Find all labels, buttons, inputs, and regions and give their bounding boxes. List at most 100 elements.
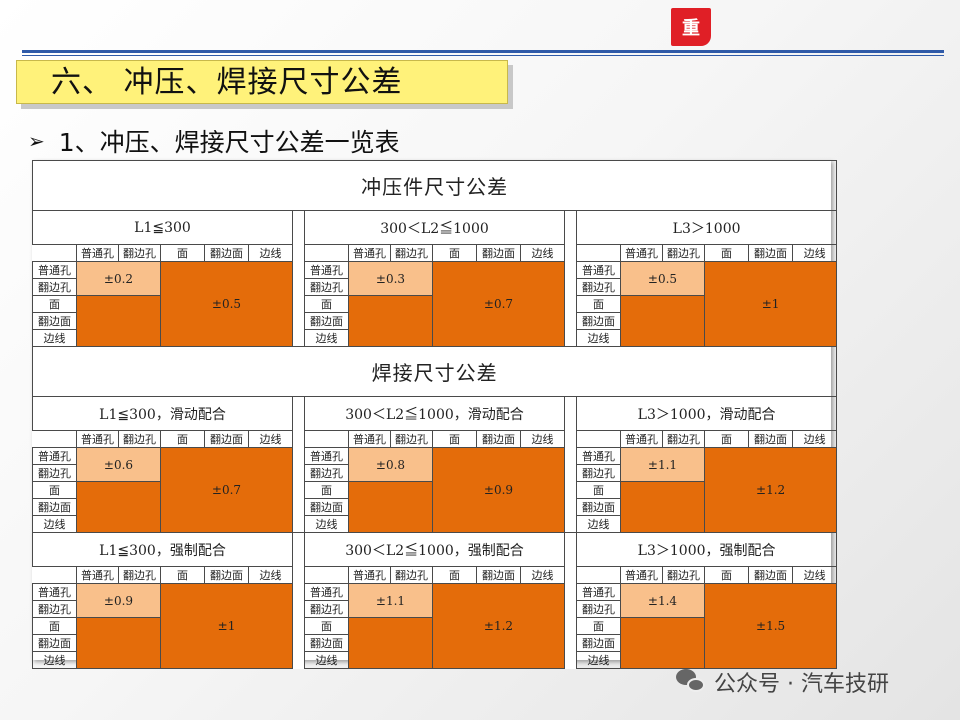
row-label: 翻边面 (32, 498, 77, 516)
column-label: 边线 (248, 244, 293, 262)
block-gap (292, 396, 305, 533)
surface-tolerance-cell: ±1.2 (703, 447, 838, 533)
column-label: 边线 (248, 430, 293, 448)
size-category: 300＜L2≦1000，强制配合 (304, 532, 565, 567)
block-gap (564, 532, 577, 669)
row-label: 翻边面 (32, 312, 77, 330)
column-label: 翻边孔 (662, 244, 705, 262)
row-label: 面 (576, 617, 621, 635)
row-label: 边线 (576, 329, 621, 347)
row-label: 面 (304, 617, 349, 635)
block-gap (292, 532, 305, 669)
surface-tolerance-fill (620, 295, 705, 347)
column-label: 翻边孔 (390, 244, 433, 262)
hole-tolerance-cell: ±0.9 (76, 583, 161, 618)
wechat-icon (676, 669, 706, 695)
column-label: 普通孔 (348, 566, 391, 584)
row-label: 面 (576, 481, 621, 499)
size-category: L3＞1000，强制配合 (575, 532, 838, 567)
row-label: 边线 (32, 515, 77, 533)
tolerance-table: 冲压件尺寸公差 L1≦300 300＜L2≦1000 L3＞1000 普通孔 翻边孔面翻边… (31, 160, 838, 669)
row-label: 普通孔 (576, 583, 621, 601)
hole-tolerance-cell: ±0.8 (348, 447, 433, 482)
row-label: 翻边孔 (32, 278, 77, 296)
row-label: 翻边孔 (304, 600, 349, 618)
category-row: L1≦300，强制配合 300＜L2≦1000，强制配合 L3＞1000，强制配合 (32, 532, 838, 669)
surface-tolerance-cell: ±0.9 (432, 447, 565, 533)
row-label: 普通孔 (304, 447, 349, 465)
tolerance-sheet: 冲压件尺寸公差 L1≦300 300＜L2≦1000 L3＞1000 普通孔 翻边孔面翻边… (31, 160, 838, 669)
size-category: 300＜L2≦1000 (304, 210, 565, 245)
watermark: 公众号 · 汽车技研 (676, 664, 889, 700)
row-label: 翻边孔 (32, 464, 77, 482)
corner-cell (33, 431, 77, 448)
surface-tolerance-cell: ±0.7 (432, 261, 565, 347)
surface-tolerance-fill (348, 295, 433, 347)
data-row: 普通孔 ±0.9 ±1 普通孔 ±1.1 ±1.2 普通孔 ±1.4 ±1.5 (32, 583, 838, 669)
row-label: 边线 (304, 651, 349, 669)
column-label: 普通孔 (348, 244, 391, 262)
data-row: 普通孔 ±0.6 ±0.7 普通孔 ±0.8 ±0.9 普通孔 ±1.1 ±1.2 (32, 447, 838, 533)
surface-tolerance-cell: ±0.5 (160, 261, 293, 347)
row-label: 面 (576, 295, 621, 313)
row-label: 面 (304, 295, 349, 313)
column-label: 翻边面 (204, 244, 249, 262)
row-label: 普通孔 (576, 447, 621, 465)
row-label: 面 (32, 617, 77, 635)
hole-tolerance-cell: ±0.3 (348, 261, 433, 296)
surface-tolerance-fill (348, 481, 433, 533)
column-label: 边线 (791, 566, 838, 584)
size-category: L3＞1000，滑动配合 (575, 396, 838, 431)
row-label: 翻边面 (576, 498, 621, 516)
column-label: 翻边孔 (390, 430, 433, 448)
column-label: 翻边面 (748, 566, 793, 584)
block-gap (564, 396, 577, 533)
column-label: 边线 (520, 244, 565, 262)
column-label: 翻边孔 (118, 566, 161, 584)
hole-tolerance-cell: ±1.1 (348, 583, 433, 618)
row-label: 翻边面 (576, 312, 621, 330)
column-label: 普通孔 (620, 566, 663, 584)
block-gap (292, 210, 305, 347)
row-label: 翻边面 (304, 634, 349, 652)
column-label: 翻边面 (204, 430, 249, 448)
corner-cell (305, 567, 349, 584)
hole-tolerance-cell: ±0.5 (620, 261, 705, 296)
column-header-row: 普通孔 翻边孔面翻边面 边线 普通孔 翻边孔面翻边面 边线 普通孔 翻边孔面翻边面 边线 (33, 244, 838, 262)
column-label: 面 (704, 244, 749, 262)
row-label: 面 (32, 481, 77, 499)
surface-tolerance-cell: ±1 (703, 261, 838, 347)
subtitle-text: 1、冲压、焊接尺寸公差一览表 (58, 128, 400, 157)
corner-cell (577, 431, 621, 448)
row-label: 普通孔 (32, 261, 77, 279)
row-label: 翻边孔 (304, 278, 349, 296)
column-label: 边线 (520, 430, 565, 448)
column-label: 普通孔 (620, 244, 663, 262)
row-label: 边线 (32, 651, 77, 669)
row-label: 面 (304, 481, 349, 499)
surface-tolerance-cell: ±1.2 (432, 583, 565, 669)
column-label: 边线 (520, 566, 565, 584)
category-row: L1≦300，滑动配合 300＜L2≦1000，滑动配合 L3＞1000，滑动配合 (32, 396, 838, 533)
row-label: 翻边孔 (576, 600, 621, 618)
size-category: L1≦300，强制配合 (32, 532, 293, 567)
column-label: 面 (432, 430, 477, 448)
arrow-bullet-icon: ➢ (28, 129, 45, 153)
category-row: L1≦300 300＜L2≦1000 L3＞1000 (32, 210, 838, 347)
column-label: 普通孔 (76, 566, 119, 584)
surface-tolerance-cell: ±1 (160, 583, 293, 669)
subtitle: ➢ 1、冲压、焊接尺寸公差一览表 (28, 124, 400, 158)
corner-cell (305, 431, 349, 448)
hole-tolerance-cell: ±1.4 (620, 583, 705, 618)
column-label: 面 (160, 244, 205, 262)
column-label: 面 (432, 244, 477, 262)
column-label: 翻边面 (476, 430, 521, 448)
column-label: 普通孔 (348, 430, 391, 448)
column-label: 翻边面 (204, 566, 249, 584)
corner-cell (305, 245, 349, 262)
row-label: 边线 (576, 515, 621, 533)
column-label: 普通孔 (620, 430, 663, 448)
surface-tolerance-fill (620, 481, 705, 533)
surface-tolerance-cell: ±1.5 (703, 583, 838, 669)
column-label: 边线 (791, 430, 838, 448)
